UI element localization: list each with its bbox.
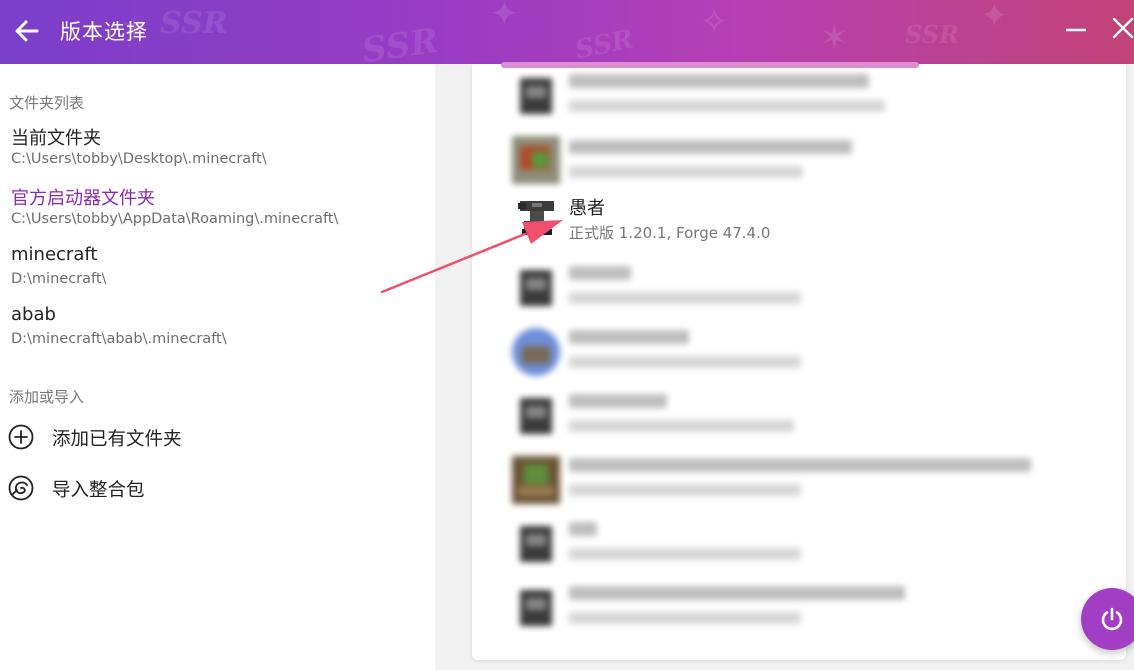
watermark-text: SSR [572,24,637,64]
folder-name: 当前文件夹 [11,128,101,149]
version-description [569,610,801,628]
version-description [569,418,794,436]
version-name [569,520,597,541]
version-description [569,290,801,308]
folder-sidebar: 文件夹列表 当前文件夹 C:\Users\tobby\Desktop\.mine… [0,64,435,670]
folder-item-current[interactable]: 当前文件夹 C:\Users\tobby\Desktop\.minecraft\ [0,124,435,182]
folders-section-title: 文件夹列表 [9,94,85,112]
folder-item-official-launcher[interactable]: 官方启动器文件夹 C:\Users\tobby\AppData\Roaming\… [0,184,435,242]
power-icon [1101,607,1123,631]
version-item[interactable] [472,128,1126,192]
folder-path: C:\Users\tobby\Desktop\.minecraft\ [11,151,267,167]
furnace-icon [512,264,560,312]
close-button[interactable] [1108,13,1134,43]
version-name [569,328,689,349]
version-item[interactable] [472,576,1126,640]
version-description [569,354,801,372]
watermark-star-icon: ✧ [700,2,729,42]
watermark-text: SSR [905,20,960,49]
version-description [569,98,885,116]
folder-name: minecraft [11,244,98,265]
minus-icon [1066,28,1086,32]
actions-section-title: 添加或导入 [9,388,85,406]
modpack-thumbnail-icon [512,456,560,504]
version-list: 愚者 正式版 1.20.1, Forge 47.4.0 [472,64,1126,660]
version-description [569,546,801,564]
watermark-text: SSR [160,6,228,41]
arrow-left-icon [15,20,39,42]
window-title: 版本选择 [60,20,148,44]
furnace-icon [512,392,560,440]
version-item[interactable] [472,512,1126,576]
modpack-import-icon [8,475,34,501]
furnace-icon [512,72,560,120]
watermark-text: SSR [359,20,442,64]
watermark-star-icon: ✦ [490,0,519,34]
furnace-icon [512,584,560,632]
import-modpack-label: 导入整合包 [52,480,145,501]
modpack-thumbnail-icon [512,328,560,376]
version-name [569,584,905,605]
version-item[interactable] [472,64,1126,128]
loading-indicator [501,62,919,68]
minimize-button[interactable] [1064,16,1090,46]
version-name [569,72,869,93]
folder-path: C:\Users\tobby\AppData\Roaming\.minecraf… [11,211,339,227]
version-name: 愚者 [569,198,605,219]
folder-name: 官方启动器文件夹 [11,188,155,209]
plus-circle-icon [8,424,34,450]
furnace-icon [512,520,560,568]
folder-path: D:\minecraft\abab\.minecraft\ [11,331,227,347]
folder-path: D:\minecraft\ [11,271,107,287]
watermark-star-icon: ✦ [980,0,1009,36]
folder-item-minecraft[interactable]: minecraft D:\minecraft\ [0,244,435,302]
version-description [569,164,803,182]
add-existing-folder-button[interactable]: 添加已有文件夹 [0,416,435,458]
version-description [569,482,801,500]
launch-button[interactable] [1081,588,1134,650]
version-item[interactable] [472,384,1126,448]
title-bar: SSR SSR SSR SSR ✶ ✦ ✧ ✶ ✦ 版本选择 [0,0,1134,64]
modpack-thumbnail-icon [512,136,560,184]
import-modpack-button[interactable]: 导入整合包 [0,467,435,509]
folder-name: abab [11,304,56,325]
anvil-icon [518,201,554,235]
version-description: 正式版 1.20.1, Forge 47.4.0 [569,224,771,242]
version-item[interactable] [472,320,1126,384]
version-item-selected[interactable]: 愚者 正式版 1.20.1, Forge 47.4.0 [472,192,1126,256]
version-item[interactable] [472,448,1126,512]
version-item[interactable] [472,256,1126,320]
version-name [569,392,667,413]
version-name [569,264,631,285]
add-existing-folder-label: 添加已有文件夹 [52,429,182,450]
close-x-icon [1112,17,1134,39]
back-button[interactable] [10,14,44,48]
version-name [569,456,1031,477]
watermark-star-icon: ✶ [820,18,849,58]
version-name [569,138,852,159]
folder-item-abab[interactable]: abab D:\minecraft\abab\.minecraft\ [0,304,435,362]
